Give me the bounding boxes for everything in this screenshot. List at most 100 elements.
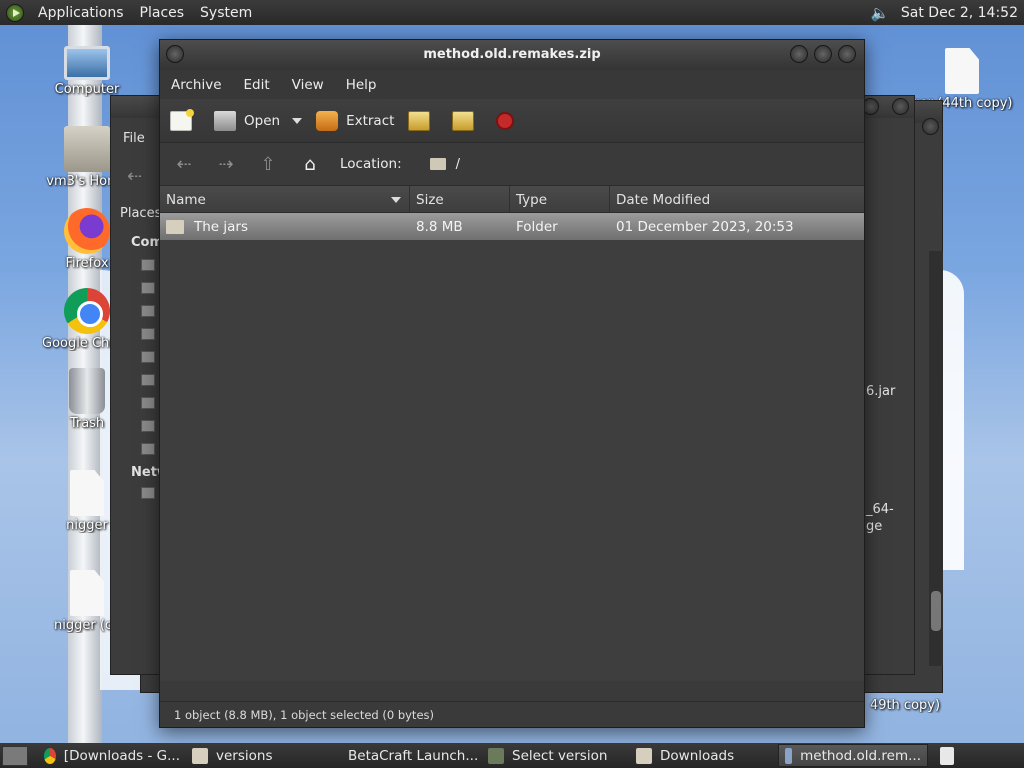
open-label: Open xyxy=(244,112,281,129)
volume-icon[interactable]: 🔈 xyxy=(867,3,893,23)
taskbar-item-label: BetaCraft Launch... xyxy=(348,747,479,764)
add-files-button[interactable] xyxy=(408,110,438,131)
sort-descending-icon xyxy=(391,197,401,203)
clock[interactable]: Sat Dec 2, 14:52 xyxy=(901,5,1024,21)
maximize-button[interactable] xyxy=(814,45,832,63)
minimize-button[interactable] xyxy=(790,45,808,63)
taskbar-item-archive[interactable]: method.old.rem... xyxy=(778,744,928,767)
extract-label: Extract xyxy=(346,112,395,129)
bg-places-label[interactable]: Places xyxy=(120,206,161,221)
java-app-icon xyxy=(488,747,504,764)
bottom-taskbar: [Downloads - G... versions BetaCraft Lau… xyxy=(0,743,1024,768)
bg-back-icon[interactable]: ⇠ xyxy=(127,166,142,187)
extract-icon xyxy=(316,110,339,131)
bg-window-button[interactable] xyxy=(922,118,939,135)
folder-icon xyxy=(429,158,446,170)
chrome-icon xyxy=(44,747,56,764)
table-row[interactable]: The jars 8.8 MB Folder 01 December 2023,… xyxy=(160,213,864,240)
archive-icon xyxy=(785,747,793,764)
chevron-down-icon[interactable] xyxy=(292,117,303,124)
add-folder-icon xyxy=(452,110,475,131)
toolbar: Open Extract xyxy=(160,99,864,143)
column-size[interactable]: Size xyxy=(410,186,510,212)
folder-icon xyxy=(636,747,652,764)
sidebar-drive-icon[interactable] xyxy=(141,351,155,363)
location-label: Location: xyxy=(340,156,402,172)
close-button[interactable] xyxy=(838,45,856,63)
menu-view[interactable]: View xyxy=(281,77,335,93)
column-name-label: Name xyxy=(166,192,206,208)
sidebar-trash-icon[interactable] xyxy=(141,443,155,455)
trash-icon[interactable] xyxy=(940,746,954,765)
show-desktop-button[interactable] xyxy=(2,745,28,766)
file-list[interactable]: The jars 8.8 MB Folder 01 December 2023,… xyxy=(160,213,864,681)
open-icon xyxy=(214,110,236,131)
sidebar-drive-icon[interactable] xyxy=(141,374,155,386)
menu-help[interactable]: Help xyxy=(335,77,388,93)
taskbar-item-downloads[interactable]: Downloads xyxy=(630,744,778,767)
taskbar-item-label: Select version xyxy=(512,747,608,764)
forward-icon[interactable]: ⇢ xyxy=(212,154,240,175)
stop-icon xyxy=(496,111,515,130)
back-icon[interactable]: ⇠ xyxy=(170,154,198,175)
desktop-icon-label-bottom-right[interactable]: 49th copy) xyxy=(860,698,950,713)
menu-places[interactable]: Places xyxy=(132,0,193,25)
cell-date: 01 December 2023, 20:53 xyxy=(616,218,794,235)
archive-manager-window[interactable]: method.old.remakes.zip Archive Edit View… xyxy=(159,39,865,728)
add-files-icon xyxy=(408,110,431,131)
folder-icon xyxy=(166,219,184,234)
sidebar-drive-icon[interactable] xyxy=(141,259,155,271)
sidebar-drive-icon[interactable] xyxy=(141,282,155,294)
sidebar-drive-icon[interactable] xyxy=(141,420,155,432)
status-bar: 1 object (8.8 MB), 1 object selected (0 … xyxy=(160,701,864,727)
taskbar-item-label: method.old.rem... xyxy=(800,747,921,764)
file-list-header: Name Size Type Date Modified xyxy=(160,185,864,213)
open-button[interactable]: Open xyxy=(214,110,303,131)
menu-edit[interactable]: Edit xyxy=(233,77,281,93)
column-type[interactable]: Type xyxy=(510,186,610,212)
sidebar-drive-icon[interactable] xyxy=(141,328,155,340)
window-title: method.old.remakes.zip xyxy=(423,47,601,62)
stop-button[interactable] xyxy=(496,111,522,130)
taskbar-item-chrome[interactable]: [Downloads - G... xyxy=(38,744,186,767)
column-date-modified[interactable]: Date Modified xyxy=(610,186,864,212)
taskbar-item-label: versions xyxy=(216,747,273,764)
bg-file-b-2[interactable]: ge xyxy=(866,519,882,534)
menubar: Archive Edit View Help xyxy=(160,70,864,99)
new-archive-icon xyxy=(170,108,194,131)
home-icon[interactable]: ⌂ xyxy=(296,154,324,175)
window-titlebar[interactable]: method.old.remakes.zip xyxy=(160,40,864,70)
bg-scrollbar-thumb[interactable] xyxy=(931,591,941,631)
taskbar-item-betacraft[interactable]: BetaCraft Launch... xyxy=(334,744,482,767)
taskbar-item-select-version[interactable]: Select version xyxy=(482,744,630,767)
location-path[interactable]: / xyxy=(456,157,460,172)
desktop-icon-computer[interactable]: Computer xyxy=(42,40,132,97)
column-name[interactable]: Name xyxy=(160,186,410,212)
taskbar-item-versions[interactable]: versions xyxy=(186,744,334,767)
distro-logo-icon[interactable] xyxy=(6,3,24,22)
home-folder-icon xyxy=(64,126,110,172)
sidebar-drive-icon[interactable] xyxy=(141,305,155,317)
menu-applications[interactable]: Applications xyxy=(30,0,132,25)
file-icon xyxy=(70,570,104,616)
bg-window-button[interactable] xyxy=(892,98,909,115)
taskbar-item-label: Downloads xyxy=(660,747,735,764)
cell-name: The jars xyxy=(160,219,410,235)
menu-system[interactable]: System xyxy=(192,0,260,25)
menu-archive[interactable]: Archive xyxy=(160,77,233,93)
taskbar-item-label: [Downloads - G... xyxy=(63,747,180,764)
computer-icon xyxy=(64,46,110,80)
sidebar-network-icon[interactable] xyxy=(141,487,155,499)
row-name: The jars xyxy=(194,218,249,235)
trash-icon xyxy=(69,368,105,414)
folder-icon xyxy=(192,747,208,764)
new-archive-button[interactable] xyxy=(170,108,200,131)
bg-file-b[interactable]: _64- xyxy=(866,502,894,517)
cell-type: Folder xyxy=(516,218,558,235)
extract-button[interactable]: Extract xyxy=(316,110,395,131)
sidebar-drive-icon[interactable] xyxy=(141,397,155,409)
add-folder-button[interactable] xyxy=(452,110,482,131)
bg-menu-file[interactable]: File xyxy=(123,131,145,146)
bg-file-jar[interactable]: 6.jar xyxy=(866,384,895,399)
up-icon[interactable]: ⇧ xyxy=(254,154,282,175)
